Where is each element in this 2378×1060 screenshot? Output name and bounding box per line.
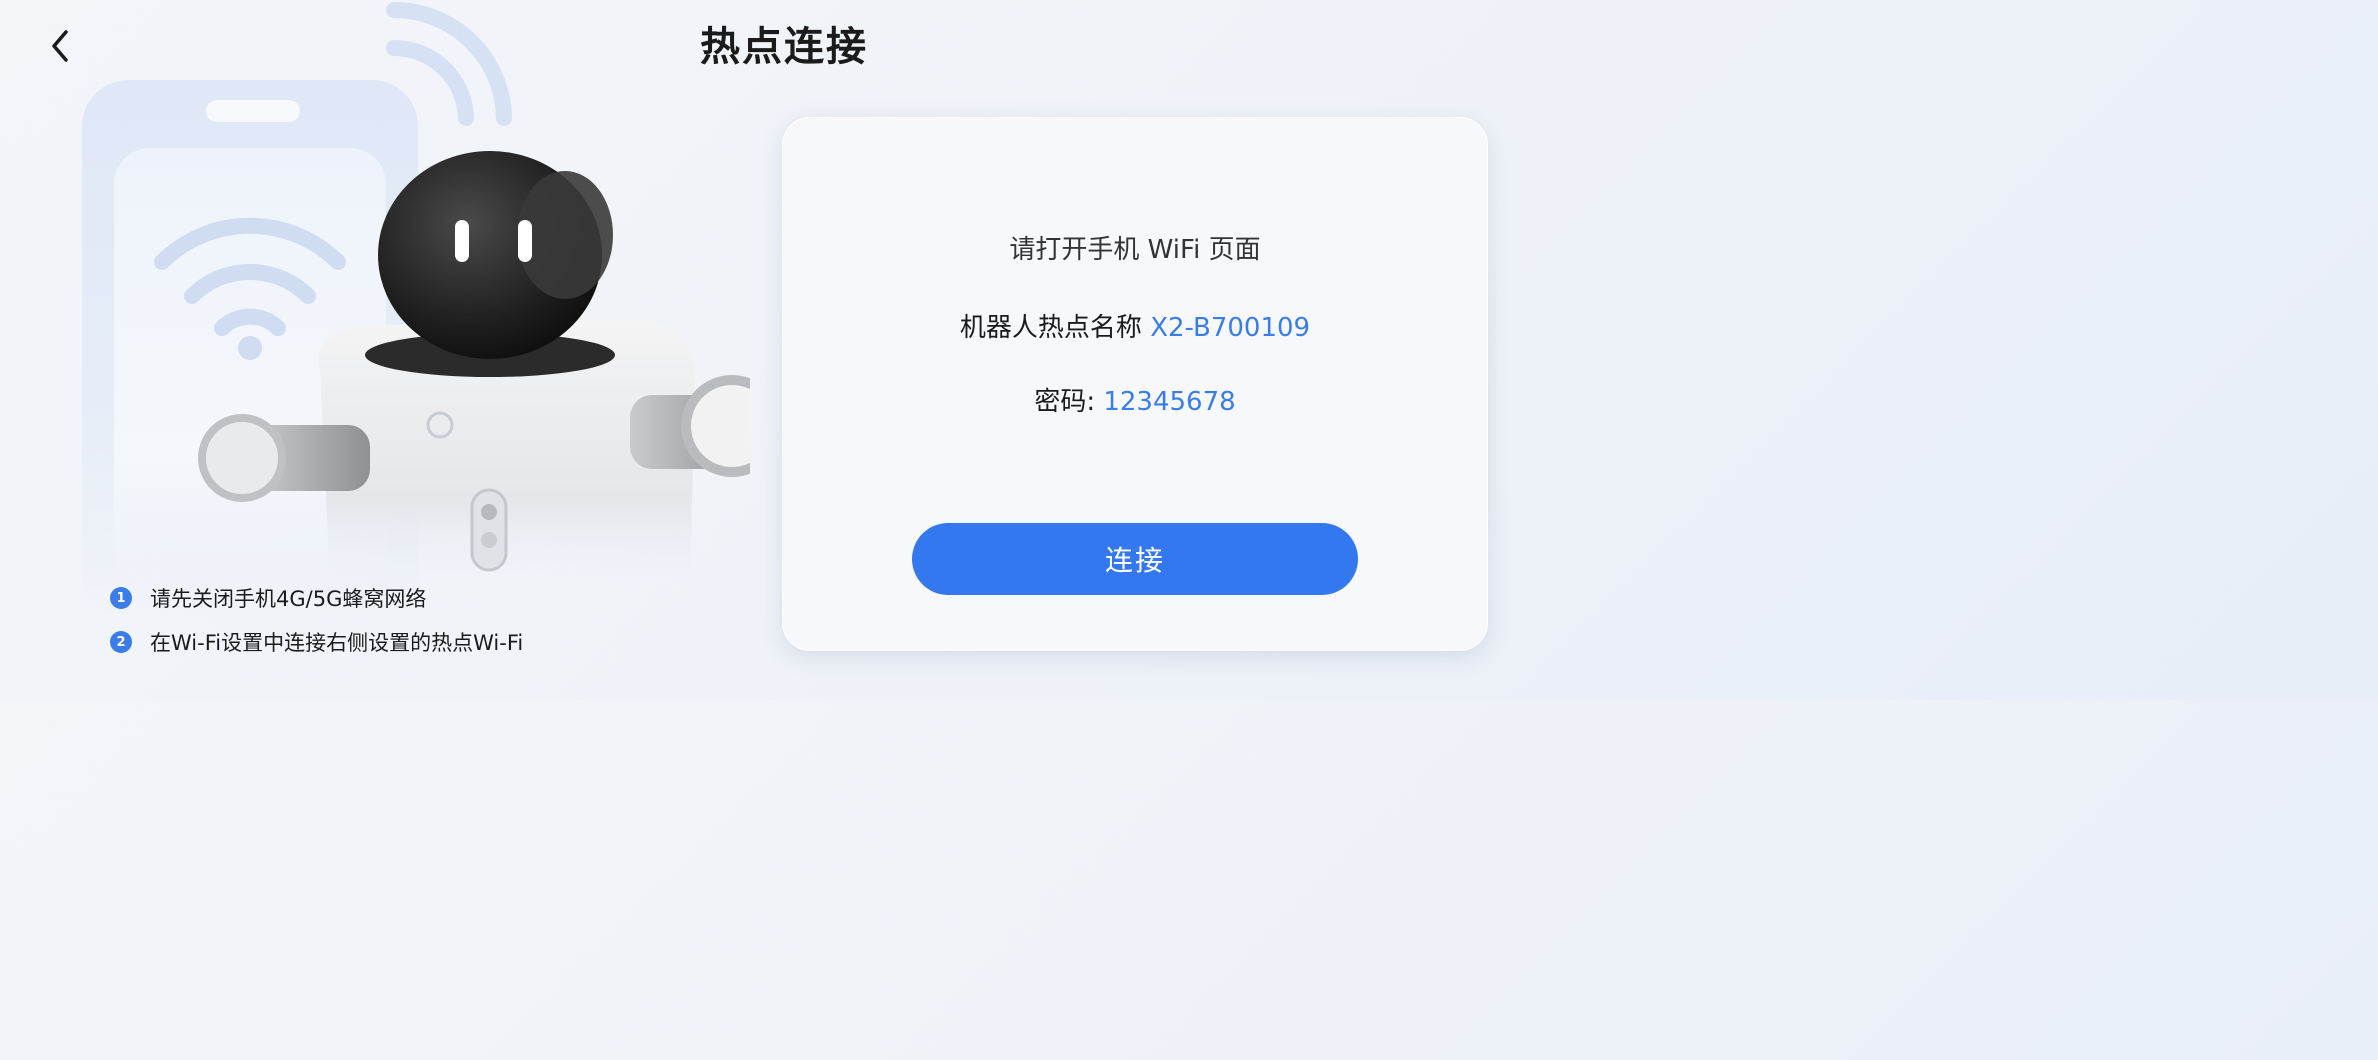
hotspot-name-label: 机器人热点名称 <box>959 313 1142 343</box>
phone-notch <box>206 100 300 122</box>
password-label: 密码: <box>1034 387 1096 417</box>
step-number-badge: 2 <box>110 631 132 653</box>
step-item: 1 请先关闭手机4G/5G蜂窝网络 <box>110 576 523 620</box>
hotspot-name-row: 机器人热点名称 X2-B700109 <box>782 307 1488 344</box>
password-row: 密码: 12345678 <box>782 381 1488 418</box>
step-number-badge: 1 <box>110 587 132 609</box>
step-text: 请先关闭手机4G/5G蜂窝网络 <box>150 587 427 611</box>
hotspot-info-card: 请打开手机 WiFi 页面 机器人热点名称 X2-B700109 密码: 123… <box>782 117 1488 651</box>
step-item: 2 在Wi-Fi设置中连接右侧设置的热点Wi-Fi <box>110 620 523 664</box>
robot-image <box>198 151 750 580</box>
instruction-steps: 1 请先关闭手机4G/5G蜂窝网络 2 在Wi-Fi设置中连接右侧设置的热点Wi… <box>110 576 523 664</box>
hotspot-name-value: X2-B700109 <box>1150 313 1311 343</box>
robot-phone-illustration <box>60 0 820 620</box>
step-text: 在Wi-Fi设置中连接右侧设置的热点Wi-Fi <box>150 631 524 655</box>
password-value: 12345678 <box>1103 387 1236 417</box>
connect-button[interactable]: 连接 <box>912 523 1358 595</box>
instruction-text: 请打开手机 WiFi 页面 <box>1009 235 1261 265</box>
